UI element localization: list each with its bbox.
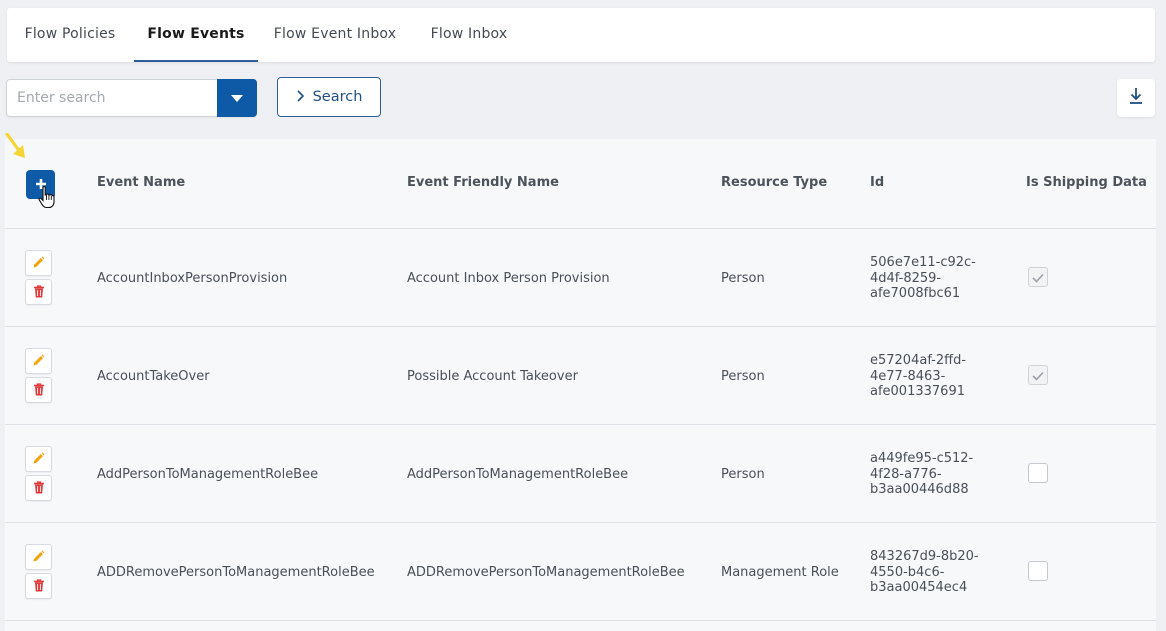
column-header-resource-type[interactable]: Resource Type — [721, 175, 827, 190]
tab-flow-events[interactable]: Flow Events — [134, 8, 258, 62]
cell-event-name: AccountTakeOver — [97, 369, 210, 384]
trash-icon — [33, 577, 45, 596]
column-header-event-friendly-name[interactable]: Event Friendly Name — [407, 175, 559, 190]
delete-button[interactable] — [25, 279, 52, 305]
column-header-id[interactable]: Id — [870, 175, 884, 190]
cell-resource-type: Person — [721, 467, 765, 482]
cell-id: 506e7e11-c92c- 4d4f-8259- afe7008fbc61 — [870, 255, 976, 301]
edit-button[interactable] — [25, 446, 52, 472]
shipping-data-checkbox[interactable] — [1028, 365, 1048, 385]
chevron-right-icon — [296, 89, 305, 105]
delete-button[interactable] — [25, 377, 52, 403]
cell-event-friendly-name: ADDRemovePersonToManagementRoleBee — [407, 565, 685, 580]
tab-flow-policies[interactable]: Flow Policies — [7, 8, 133, 62]
cell-event-name: ADDRemovePersonToManagementRoleBee — [97, 565, 375, 580]
pencil-icon — [32, 450, 45, 469]
trash-icon — [33, 479, 45, 498]
annotation-arrow-icon — [5, 132, 31, 167]
checkmark-icon — [1032, 268, 1044, 287]
download-icon — [1128, 87, 1144, 109]
table-row: AccountTakeOver Possible Account Takeove… — [5, 327, 1156, 425]
trash-icon — [33, 381, 45, 400]
edit-button[interactable] — [25, 348, 52, 374]
cell-resource-type: Person — [721, 271, 765, 286]
search-button-label: Search — [312, 89, 363, 105]
table-row: AccountInboxPersonProvision Account Inbo… — [5, 229, 1156, 327]
tab-flow-inbox[interactable]: Flow Inbox — [415, 8, 523, 62]
tab-bar: Flow Policies Flow Events Flow Event Inb… — [7, 8, 1155, 62]
table-header: Event Name Event Friendly Name Resource … — [5, 132, 1156, 229]
delete-button[interactable] — [25, 475, 52, 501]
delete-button[interactable] — [25, 573, 52, 599]
cell-event-friendly-name: AddPersonToManagementRoleBee — [407, 467, 629, 482]
cell-id: e57204af-2ffd- 4e77-8463- afe001337691 — [870, 353, 967, 399]
pencil-icon — [32, 352, 45, 371]
search-input[interactable] — [7, 80, 217, 116]
cell-event-friendly-name: Possible Account Takeover — [407, 369, 578, 384]
chevron-down-icon — [231, 94, 243, 102]
hand-cursor-icon — [38, 185, 55, 213]
cell-event-name: AccountInboxPersonProvision — [97, 271, 288, 286]
table-row: AddPersonToManagementRoleBee AddPersonTo… — [5, 425, 1156, 523]
edit-button[interactable] — [25, 544, 52, 570]
column-header-event-name[interactable]: Event Name — [97, 175, 185, 190]
download-button[interactable] — [1117, 79, 1155, 117]
cell-event-friendly-name: Account Inbox Person Provision — [407, 271, 610, 286]
search-button[interactable]: Search — [277, 77, 381, 117]
shipping-data-checkbox[interactable] — [1028, 267, 1048, 287]
search-dropdown-button[interactable] — [217, 79, 257, 117]
shipping-data-checkbox[interactable] — [1028, 463, 1048, 483]
cell-event-name: AddPersonToManagementRoleBee — [97, 467, 319, 482]
cell-resource-type: Management Role — [721, 565, 839, 580]
edit-button[interactable] — [25, 250, 52, 276]
pencil-icon — [32, 254, 45, 273]
pencil-icon — [32, 548, 45, 567]
cell-id: 843267d9-8b20- 4550-b4c6- b3aa00454ec4 — [870, 549, 979, 595]
tab-flow-event-inbox[interactable]: Flow Event Inbox — [261, 8, 409, 62]
cell-id: a449fe95-c512- 4f28-a776- b3aa00446d88 — [870, 451, 974, 497]
shipping-data-checkbox[interactable] — [1028, 561, 1048, 581]
events-table: Event Name Event Friendly Name Resource … — [5, 132, 1156, 631]
search-box — [6, 79, 257, 117]
table-row: ADDRemovePersonToManagementRoleBee ADDRe… — [5, 523, 1156, 621]
column-header-is-shipping-data[interactable]: Is Shipping Data — [1026, 175, 1147, 190]
trash-icon — [33, 283, 45, 302]
checkmark-icon — [1032, 366, 1044, 385]
cell-resource-type: Person — [721, 369, 765, 384]
